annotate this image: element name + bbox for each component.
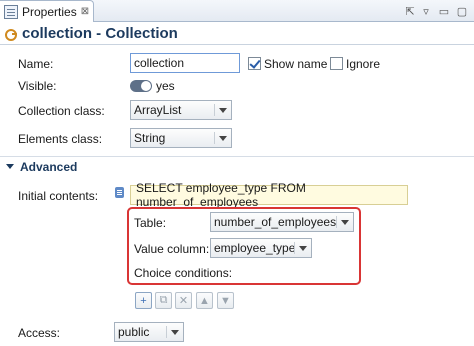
dropdown-arrow-icon <box>219 136 227 141</box>
collection-class-label: Collection class: <box>18 104 105 118</box>
collection-class-value: ArrayList <box>134 103 182 117</box>
visible-toggle[interactable] <box>130 80 152 92</box>
minimize-icon[interactable]: ▭ <box>436 3 452 19</box>
pin-view-icon[interactable]: ⇱ <box>402 3 418 19</box>
combo-separator <box>294 242 295 254</box>
view-menu-icon[interactable]: ▿ <box>418 3 434 19</box>
show-name-label: Show name <box>264 57 328 71</box>
value-column-label: Value column: <box>134 242 210 256</box>
dropdown-arrow-icon <box>219 108 227 113</box>
dropdown-arrow-icon <box>171 330 179 335</box>
table-select[interactable]: number_of_employees <box>210 212 354 232</box>
move-up-button[interactable]: ▲ <box>196 292 213 309</box>
elements-class-label: Elements class: <box>18 132 103 146</box>
visible-label: Visible: <box>18 79 57 93</box>
combo-separator <box>214 104 215 116</box>
ignore-label: Ignore <box>346 57 381 71</box>
properties-icon <box>4 4 18 19</box>
dropdown-arrow-icon <box>299 246 307 251</box>
combo-separator <box>336 216 337 228</box>
collection-class-select[interactable]: ArrayList <box>130 100 232 120</box>
chevron-down-icon <box>6 164 14 169</box>
copy-condition-button[interactable]: ⧉ <box>155 292 172 309</box>
remove-condition-button[interactable]: ✕ <box>175 292 192 309</box>
database-query-icon[interactable] <box>113 186 127 200</box>
collection-icon <box>4 27 18 41</box>
access-value: public <box>118 325 150 339</box>
value-column-select[interactable]: employee_type <box>210 238 312 258</box>
elements-class-value: String <box>134 131 166 145</box>
tab-properties[interactable]: Properties ⊠ <box>0 0 94 22</box>
name-input[interactable]: collection <box>130 53 240 73</box>
close-tab-icon[interactable]: ⊠ <box>81 6 89 17</box>
table-label: Table: <box>134 216 167 230</box>
initial-contents-label: Initial contents: <box>18 189 99 203</box>
choice-conditions-label: Choice conditions: <box>134 266 233 280</box>
combo-separator <box>166 326 167 338</box>
table-value: number_of_employees <box>214 215 337 229</box>
ignore-checkbox[interactable] <box>330 57 343 70</box>
value-column-value: employee_type <box>214 241 296 255</box>
dropdown-arrow-icon <box>341 220 349 225</box>
maximize-icon[interactable]: ▢ <box>454 3 470 19</box>
access-select[interactable]: public <box>114 322 184 342</box>
elements-class-select[interactable]: String <box>130 128 232 148</box>
combo-separator <box>214 132 215 144</box>
advanced-section-title: Advanced <box>20 159 78 174</box>
name-label: Name: <box>18 57 54 71</box>
show-name-checkbox[interactable] <box>248 57 261 70</box>
access-label: Access: <box>18 326 61 340</box>
tab-properties-label: Properties <box>22 4 77 19</box>
properties-header: collection - Collection <box>0 23 474 45</box>
advanced-section-header[interactable]: Advanced <box>0 156 474 176</box>
query-field[interactable]: SELECT employee_type FROM number_of_empl… <box>130 181 408 209</box>
view-tab-bar: Properties ⊠ ⇱ ▿ ▭ ▢ <box>0 0 474 22</box>
visible-value: yes <box>156 79 175 93</box>
move-down-button[interactable]: ▼ <box>217 292 234 309</box>
page-title: collection - Collection <box>22 25 178 42</box>
add-condition-button[interactable]: + <box>135 292 152 309</box>
